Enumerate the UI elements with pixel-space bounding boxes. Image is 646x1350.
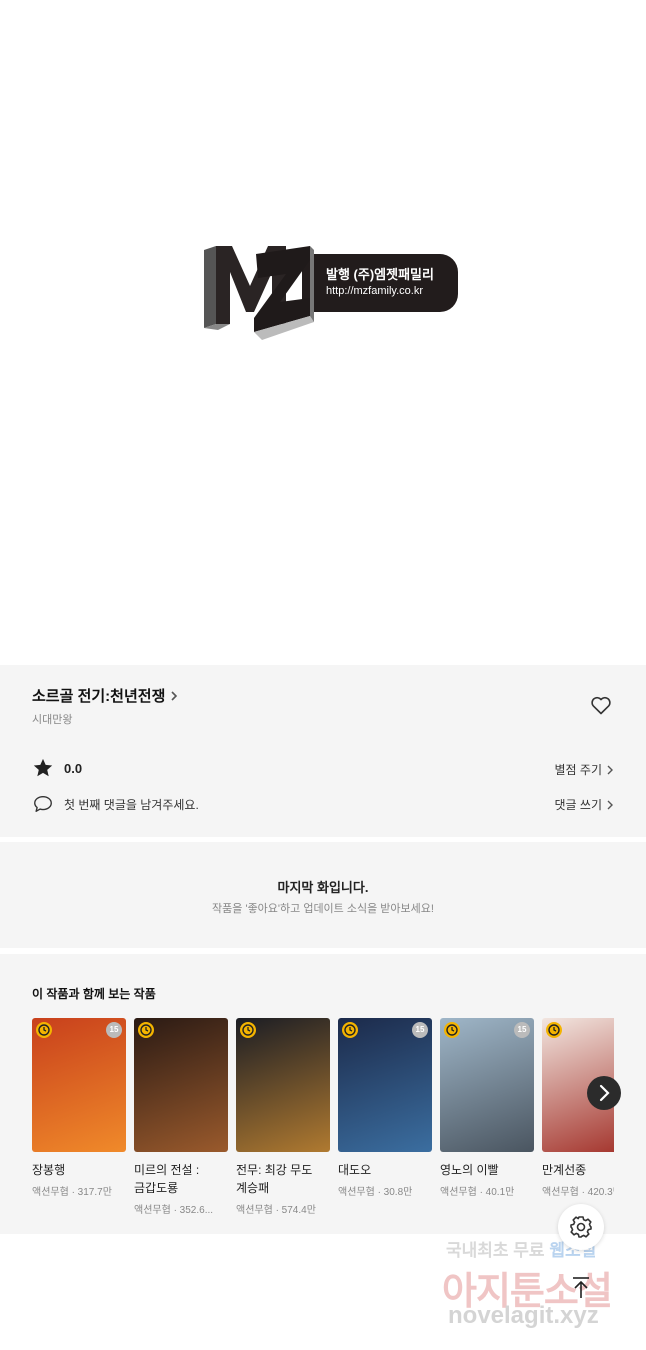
cover-thumbnail — [134, 1018, 228, 1152]
cover-thumbnail — [236, 1018, 330, 1152]
comment-prompt-text: 첫 번째 댓글을 남겨주세요. — [64, 797, 199, 812]
recommendation-card[interactable]: 15 장봉행액션무협 · 317.7만 — [32, 1018, 126, 1198]
recommendation-card[interactable]: 15 영노의 이빨액션무협 · 40.1만 — [440, 1018, 534, 1198]
chevron-right-icon — [599, 1084, 610, 1102]
wait-free-clock-icon — [36, 1022, 52, 1038]
settings-button[interactable] — [558, 1204, 604, 1250]
rate-button-label: 별점 주기 — [554, 763, 603, 777]
recommendation-meta: 액션무협 · 574.4만 — [236, 1205, 316, 1216]
recommendations-carousel: 15 장봉행액션무협 · 317.7만 미르의 전설 : 금갑도룡액션무협 · 35… — [32, 1018, 614, 1228]
cover-thumbnail: 15 — [440, 1018, 534, 1152]
wait-free-clock-icon — [444, 1022, 460, 1038]
heart-outline-icon[interactable] — [589, 693, 613, 717]
rating-value: 0.0 — [64, 760, 83, 776]
age-rating-badge: 15 — [106, 1022, 122, 1038]
last-episode-notice: 마지막 화입니다. 작품을 '좋아요'하고 업데이트 소식을 받아보세요! — [0, 842, 646, 948]
recommendation-card[interactable]: 15 대도오액션무협 · 30.8만 — [338, 1018, 432, 1198]
recommendation-title: 만계선종 — [542, 1163, 587, 1177]
recommendation-meta: 액션무협 · 420.3만 — [542, 1187, 614, 1198]
scroll-top-button[interactable] — [563, 1270, 599, 1306]
publisher-url: http://mzfamily.co.kr — [326, 285, 423, 297]
wait-free-clock-icon — [342, 1022, 358, 1038]
last-episode-subtitle: 작품을 '좋아요'하고 업데이트 소식을 받아보세요! — [212, 903, 434, 915]
comment-prompt: 첫 번째 댓글을 남겨주세요. — [32, 793, 199, 815]
speech-bubble-icon — [34, 795, 52, 813]
arrow-up-icon — [573, 1277, 589, 1298]
recommendation-card[interactable]: 미르의 전설 : 금갑도룡액션무협 · 352.6... — [134, 1018, 228, 1216]
wait-free-clock-icon — [240, 1022, 256, 1038]
recommendation-card[interactable]: 전무: 최강 무도 계승패액션무협 · 574.4만 — [236, 1018, 330, 1216]
wait-free-clock-icon — [138, 1022, 154, 1038]
star-icon — [33, 758, 53, 777]
wait-free-clock-icon — [546, 1022, 562, 1038]
publisher-logo: 발행 (주)엠젯패밀리 http://mzfamily.co.kr — [198, 240, 460, 344]
recommendation-title: 대도오 — [338, 1163, 372, 1177]
last-episode-title: 마지막 화입니다. — [277, 880, 369, 895]
recommendation-meta: 액션무협 · 317.7만 — [32, 1187, 112, 1198]
chevron-right-icon — [607, 765, 613, 774]
work-title: 소르골 전기:천년전쟁 — [32, 688, 166, 705]
age-rating-badge: 15 — [514, 1022, 530, 1038]
recommendation-meta: 액션무협 · 30.8만 — [338, 1187, 413, 1198]
watermark-line3: novelagit.xyz — [448, 1302, 599, 1329]
work-info-panel: 소르골 전기:천년전쟁 시대만왕 0.0 별점 주기 첫 번째 댓글을 남겨주세… — [0, 665, 646, 837]
cover-thumbnail: 15 — [338, 1018, 432, 1152]
recommendation-meta: 액션무협 · 352.6... — [134, 1205, 214, 1216]
watermark-line1-a: 국내최초 무료 — [446, 1241, 545, 1260]
recommendation-title: 미르의 전설 : 금갑도룡 — [134, 1163, 200, 1195]
recommendations-section: 이 작품과 함께 보는 작품 15 장봉행액션무협 · 317.7만 미르의 전설 … — [0, 954, 646, 1234]
work-author: 시대만왕 — [32, 714, 73, 726]
rating-display: 0.0 — [32, 757, 82, 779]
write-comment-label: 댓글 쓰기 — [554, 798, 603, 812]
gear-icon — [570, 1216, 592, 1238]
chevron-right-icon — [607, 800, 613, 809]
mz-logo-mark — [204, 246, 314, 340]
work-title-link[interactable]: 소르골 전기:천년전쟁 — [32, 685, 179, 706]
recommendation-meta: 액션무협 · 40.1만 — [440, 1187, 515, 1198]
recommendation-title: 영노의 이빨 — [440, 1163, 499, 1177]
chevron-right-icon — [171, 690, 178, 701]
site-watermark: 국내최초 무료 웹소설 아지툰소설 novelagit.xyz — [440, 1236, 630, 1336]
publisher-logo-banner — [302, 254, 458, 312]
cover-thumbnail: 15 — [32, 1018, 126, 1152]
age-rating-badge: 15 — [412, 1022, 428, 1038]
publisher-name: 발행 (주)엠젯패밀리 — [326, 267, 434, 282]
rate-button[interactable]: 별점 주기 — [555, 761, 615, 778]
recommendation-title: 장봉행 — [32, 1163, 66, 1177]
recommendation-title: 전무: 최강 무도 계승패 — [236, 1163, 313, 1195]
recommendations-heading: 이 작품과 함께 보는 작품 — [32, 987, 156, 1001]
write-comment-button[interactable]: 댓글 쓰기 — [555, 796, 615, 813]
episode-viewer: 발행 (주)엠젯패밀리 http://mzfamily.co.kr — [0, 0, 646, 665]
carousel-next-button[interactable] — [587, 1076, 621, 1110]
